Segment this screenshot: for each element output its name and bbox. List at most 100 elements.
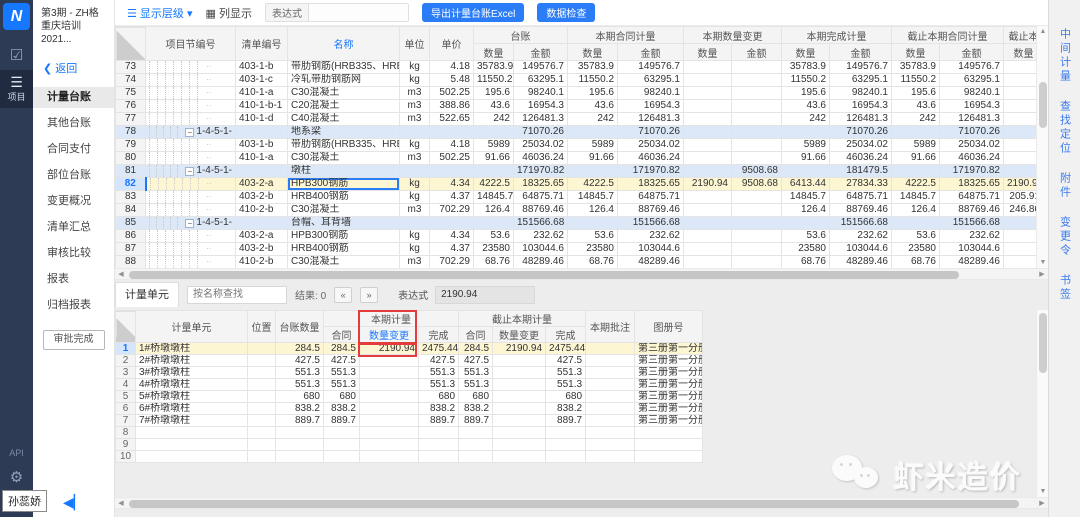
cell-tree[interactable]: ·· — [146, 100, 236, 113]
sidebar-item-4[interactable]: 变更概况 — [33, 191, 114, 212]
cell-value-8[interactable]: 23580 — [892, 243, 940, 256]
cell-price[interactable] — [430, 217, 474, 230]
cell-unit[interactable]: m3 — [400, 256, 430, 269]
cell-bvalue-0[interactable]: 889.7 — [276, 415, 324, 427]
sidebar-item-0[interactable]: 计量台账 — [33, 87, 114, 108]
cell-price[interactable]: 522.65 — [430, 113, 474, 126]
sidebar-item-3[interactable]: 部位台账 — [33, 165, 114, 186]
cell-value-3[interactable]: 25034.02 — [618, 139, 684, 152]
sidebar-item-8[interactable]: 归档报表 — [33, 295, 114, 316]
cell-bvalue-2[interactable] — [360, 355, 419, 367]
cell-value-8[interactable]: 195.6 — [892, 87, 940, 100]
row-number[interactable]: 86 — [116, 230, 146, 243]
row-number[interactable]: 78 — [116, 126, 146, 139]
row-number[interactable]: 80 — [116, 152, 146, 165]
cell-value-6[interactable]: 195.6 — [782, 87, 830, 100]
cell-value-2[interactable]: 35783.9 — [568, 61, 618, 74]
cell-tree[interactable]: ·· — [146, 87, 236, 100]
cell-note[interactable] — [586, 451, 635, 463]
cell-value-7[interactable]: 25034.02 — [830, 139, 892, 152]
table-row[interactable]: 80··410-1-aC30混凝土m3502.2591.6646036.2491… — [116, 152, 1037, 165]
cell-bvalue-4[interactable]: 889.7 — [459, 415, 493, 427]
row-number[interactable]: 84 — [116, 204, 146, 217]
cell-list-no[interactable]: 403-2-a — [236, 230, 288, 243]
cell-tree[interactable]: ·· — [146, 61, 236, 74]
measure-row[interactable]: 44#桥墩墩柱551.3551.3551.3551.3551.3第三册第一分册 — [116, 379, 703, 391]
cell-list-no[interactable]: 403-2-a — [236, 178, 288, 191]
cell-value-0[interactable]: 14845.7 — [474, 191, 514, 204]
cell-value-9[interactable]: 25034.02 — [940, 139, 1004, 152]
cell-value-1[interactable]: 149576.7 — [514, 61, 568, 74]
cell-unit-name[interactable]: 7#桥墩墩柱 — [136, 415, 248, 427]
bottom-horizontal-scrollbar[interactable]: ◀ ▶ — [115, 497, 1048, 509]
right-tool-1[interactable]: 查找定位 — [1057, 100, 1073, 156]
row-number[interactable]: 83 — [116, 191, 146, 204]
cell-value-0[interactable] — [474, 217, 514, 230]
cell-bvalue-5[interactable] — [493, 367, 546, 379]
cell-bvalue-0[interactable]: 284.5 — [276, 343, 324, 355]
cell-value-2[interactable]: 126.4 — [568, 204, 618, 217]
cell-value-4[interactable] — [684, 113, 732, 126]
cell-name[interactable]: C30混凝土 — [288, 87, 400, 100]
cell-bvalue-0[interactable]: 551.3 — [276, 379, 324, 391]
cell-bvalue-0[interactable] — [276, 439, 324, 451]
cell-bvalue-2[interactable] — [360, 427, 419, 439]
measure-row[interactable]: 55#桥墩墩柱680680680680680第三册第一分册 — [116, 391, 703, 403]
cell-value-10[interactable] — [1004, 256, 1037, 269]
panel-expression-value[interactable]: 2190.94 — [435, 286, 535, 304]
table-row[interactable]: 85−1-4-5-1-台帽、耳背墙151566.68151566.6815156… — [116, 217, 1037, 230]
cell-value-2[interactable]: 11550.2 — [568, 74, 618, 87]
cell-unit[interactable] — [400, 126, 430, 139]
cell-bvalue-3[interactable]: 427.5 — [419, 355, 459, 367]
cell-value-3[interactable]: 103044.6 — [618, 243, 684, 256]
project-list-icon[interactable]: ☰ — [0, 74, 33, 91]
cell-bvalue-3[interactable]: 551.3 — [419, 379, 459, 391]
cell-position[interactable] — [248, 439, 276, 451]
cell-value-7[interactable]: 88769.46 — [830, 204, 892, 217]
cell-name[interactable]: C30混凝土 — [288, 256, 400, 269]
cell-price[interactable]: 4.18 — [430, 139, 474, 152]
cell-tree[interactable]: −1-4-5-1- — [146, 217, 236, 230]
cell-value-7[interactable]: 64875.71 — [830, 191, 892, 204]
cell-bvalue-4[interactable]: 551.3 — [459, 379, 493, 391]
cell-value-1[interactable]: 103044.6 — [514, 243, 568, 256]
cell-value-2[interactable] — [568, 126, 618, 139]
cell-value-4[interactable] — [684, 61, 732, 74]
sidebar-item-7[interactable]: 报表 — [33, 269, 114, 290]
tab-measure-unit[interactable]: 计量单元 — [115, 282, 179, 307]
cell-bvalue-3[interactable]: 889.7 — [419, 415, 459, 427]
cell-atlas[interactable]: 第三册第一分册 — [635, 403, 703, 415]
cell-value-5[interactable] — [732, 217, 782, 230]
measure-row[interactable]: 10 — [116, 451, 703, 463]
cell-bvalue-2[interactable]: 2190.94 — [360, 343, 419, 355]
cell-value-10[interactable]: 2190.94 — [1004, 178, 1037, 191]
cell-position[interactable] — [248, 403, 276, 415]
cell-value-7[interactable]: 27834.33 — [830, 178, 892, 191]
cell-value-10[interactable] — [1004, 152, 1037, 165]
cell-value-5[interactable] — [732, 100, 782, 113]
cell-bvalue-2[interactable] — [360, 451, 419, 463]
cell-bvalue-1[interactable]: 838.2 — [324, 403, 360, 415]
table-row[interactable]: 74··403-1-c冷轧带肋钢筋网kg5.4811550.263295.111… — [116, 74, 1037, 87]
cell-note[interactable] — [586, 391, 635, 403]
cell-bvalue-5[interactable] — [493, 355, 546, 367]
cell-name[interactable]: 冷轧带肋钢筋网 — [288, 74, 400, 87]
cell-value-5[interactable] — [732, 230, 782, 243]
bottom-scroll-left-icon[interactable]: ◀ — [115, 498, 127, 510]
cell-value-7[interactable]: 151566.68 — [830, 217, 892, 230]
cell-tree[interactable]: −1-4-5-1- — [146, 165, 236, 178]
cell-unit[interactable]: kg — [400, 178, 430, 191]
cell-value-1[interactable]: 46036.24 — [514, 152, 568, 165]
cell-value-4[interactable] — [684, 165, 732, 178]
cell-value-3[interactable]: 149576.7 — [618, 61, 684, 74]
cell-list-no[interactable]: 403-2-b — [236, 191, 288, 204]
cell-value-7[interactable]: 98240.1 — [830, 87, 892, 100]
cell-name[interactable]: HPB300钢筋 — [288, 230, 400, 243]
cell-bvalue-5[interactable] — [493, 403, 546, 415]
cell-note[interactable] — [586, 415, 635, 427]
cell-value-4[interactable] — [684, 191, 732, 204]
cell-value-1[interactable]: 63295.1 — [514, 74, 568, 87]
cell-value-0[interactable]: 11550.2 — [474, 74, 514, 87]
row-number[interactable]: 85 — [116, 217, 146, 230]
cell-unit-name[interactable]: 1#桥墩墩柱 — [136, 343, 248, 355]
